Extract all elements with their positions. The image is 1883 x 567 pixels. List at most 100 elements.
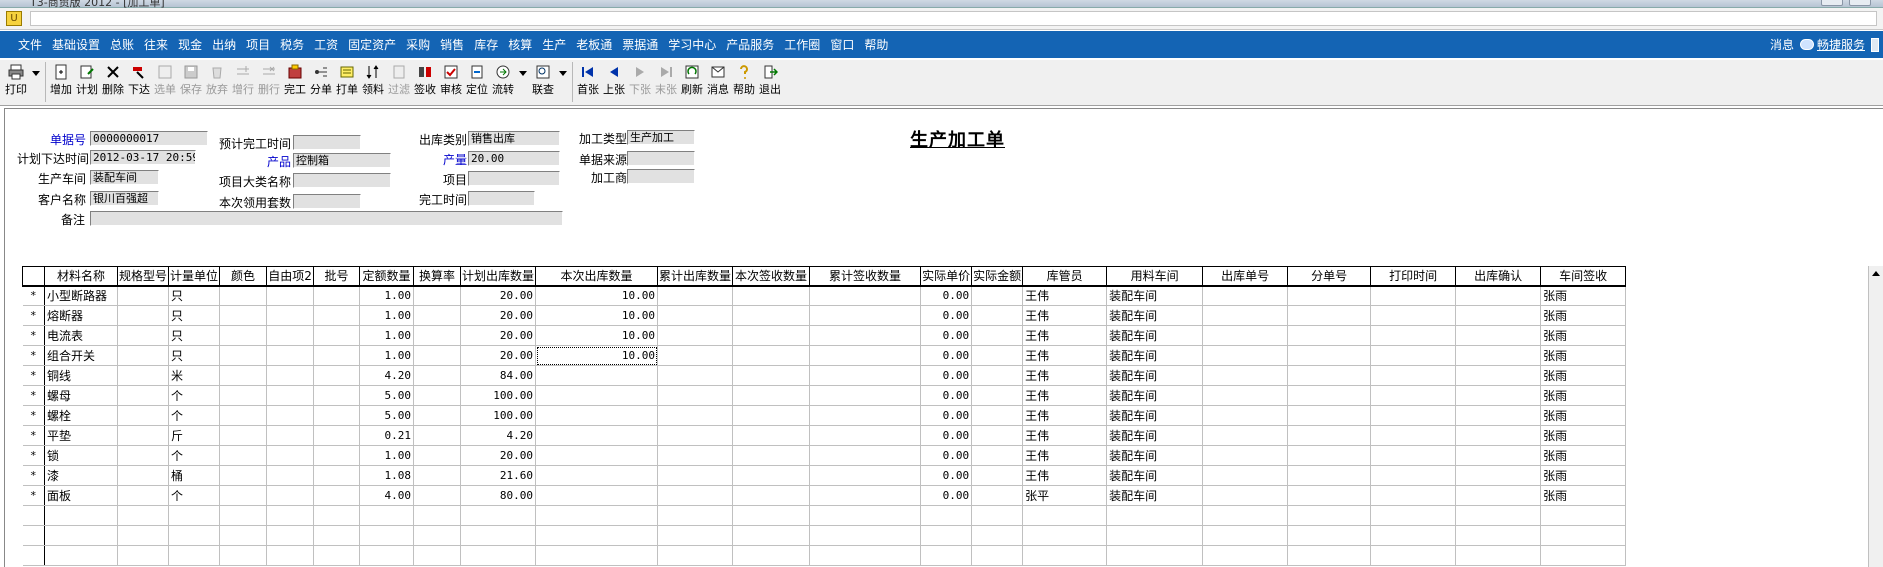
table-cell[interactable] bbox=[266, 345, 315, 366]
table-cell[interactable] bbox=[413, 285, 462, 306]
table-cell[interactable] bbox=[1202, 405, 1289, 426]
table-cell[interactable] bbox=[219, 485, 268, 506]
table-cell[interactable] bbox=[657, 325, 734, 346]
table-cell[interactable]: 锁 bbox=[44, 445, 118, 466]
table-cell[interactable] bbox=[44, 505, 118, 526]
table-cell[interactable] bbox=[44, 525, 118, 546]
printer-button[interactable]: 打印 bbox=[3, 60, 29, 104]
table-cell[interactable] bbox=[732, 325, 811, 346]
link-query-button[interactable]: 联查 bbox=[530, 60, 556, 104]
table-cell[interactable] bbox=[732, 405, 811, 426]
table-cell[interactable] bbox=[1455, 285, 1542, 306]
table-cell[interactable] bbox=[313, 425, 361, 446]
table-cell[interactable] bbox=[219, 425, 268, 446]
table-cell[interactable]: 个 bbox=[168, 445, 221, 466]
table-cell[interactable]: 装配车间 bbox=[1106, 305, 1204, 326]
table-cell[interactable] bbox=[809, 525, 922, 546]
table-cell[interactable] bbox=[971, 305, 1024, 326]
table-cell[interactable]: 只 bbox=[168, 325, 221, 346]
row-indicator[interactable]: * bbox=[22, 405, 45, 426]
column-header[interactable]: 规格型号 bbox=[116, 266, 170, 287]
menu-item-7[interactable]: 税务 bbox=[275, 36, 309, 53]
table-row[interactable]: * 漆 桶 1.08 21.60 0.00 王伟 装配车间 张雨 bbox=[22, 465, 1627, 486]
audit-button[interactable]: 审核 bbox=[438, 60, 464, 104]
maximize-button[interactable] bbox=[1849, 0, 1871, 6]
table-cell[interactable] bbox=[117, 385, 170, 406]
table-cell[interactable] bbox=[732, 505, 811, 526]
table-cell[interactable] bbox=[413, 485, 462, 506]
table-cell[interactable] bbox=[971, 445, 1024, 466]
table-cell[interactable] bbox=[1022, 545, 1108, 566]
table-cell[interactable] bbox=[313, 445, 361, 466]
table-cell[interactable] bbox=[1370, 325, 1457, 346]
locate-button[interactable]: 定位 bbox=[464, 60, 490, 104]
table-cell[interactable] bbox=[1202, 285, 1289, 306]
table-cell[interactable] bbox=[732, 445, 811, 466]
table-cell[interactable]: 王伟 bbox=[1022, 325, 1108, 346]
table-cell[interactable] bbox=[219, 305, 268, 326]
menu-item-13[interactable]: 核算 bbox=[503, 36, 537, 53]
table-cell[interactable]: 0.00 bbox=[920, 405, 973, 426]
column-header[interactable]: 换算率 bbox=[413, 266, 462, 287]
table-cell[interactable]: 装配车间 bbox=[1106, 345, 1204, 366]
row-indicator[interactable]: * bbox=[22, 465, 45, 486]
table-cell[interactable]: 面板 bbox=[44, 485, 118, 506]
table-cell[interactable] bbox=[1287, 465, 1372, 486]
table-cell[interactable] bbox=[732, 385, 811, 406]
column-header[interactable]: 用料车间 bbox=[1106, 266, 1204, 287]
table-cell[interactable]: 0.00 bbox=[920, 465, 973, 486]
table-cell[interactable]: 0.00 bbox=[920, 325, 973, 346]
table-cell[interactable]: 0.00 bbox=[920, 485, 973, 506]
table-cell[interactable] bbox=[313, 405, 361, 426]
table-cell[interactable]: 0.21 bbox=[359, 425, 415, 446]
project-category-field[interactable] bbox=[293, 173, 391, 188]
refresh-button[interactable]: 刷新 bbox=[679, 60, 705, 104]
row-indicator[interactable]: * bbox=[22, 285, 45, 306]
table-cell[interactable] bbox=[657, 305, 734, 326]
doc-no-field[interactable]: 0000000017 bbox=[90, 131, 208, 146]
menu-item-4[interactable]: 现金 bbox=[173, 36, 207, 53]
table-cell[interactable] bbox=[1202, 545, 1289, 566]
table-cell[interactable] bbox=[732, 425, 811, 446]
table-cell[interactable]: 螺母 bbox=[44, 385, 118, 406]
table-cell[interactable]: 装配车间 bbox=[1106, 285, 1204, 306]
source-field[interactable] bbox=[627, 151, 695, 166]
table-cell[interactable] bbox=[117, 325, 170, 346]
product-field[interactable]: 控制箱 bbox=[293, 153, 391, 168]
menu-item-2[interactable]: 总账 bbox=[105, 36, 139, 53]
table-cell[interactable] bbox=[535, 465, 659, 486]
table-cell[interactable] bbox=[1202, 365, 1289, 386]
table-cell[interactable]: 张雨 bbox=[1540, 365, 1627, 386]
table-cell[interactable] bbox=[809, 365, 922, 386]
table-cell[interactable] bbox=[1370, 485, 1457, 506]
table-cell[interactable]: 10.00 bbox=[535, 345, 659, 366]
table-cell[interactable] bbox=[657, 425, 734, 446]
table-cell[interactable]: 0.00 bbox=[920, 425, 973, 446]
table-cell[interactable] bbox=[809, 385, 922, 406]
table-cell[interactable] bbox=[657, 525, 734, 546]
table-cell[interactable] bbox=[535, 525, 659, 546]
table-cell[interactable] bbox=[1540, 505, 1627, 526]
table-cell[interactable]: 王伟 bbox=[1022, 465, 1108, 486]
row-indicator[interactable] bbox=[22, 525, 45, 546]
table-cell[interactable] bbox=[117, 285, 170, 306]
table-cell[interactable] bbox=[809, 405, 922, 426]
table-cell[interactable] bbox=[971, 385, 1024, 406]
menu-item-10[interactable]: 采购 bbox=[401, 36, 435, 53]
table-cell[interactable] bbox=[1202, 325, 1289, 346]
table-cell[interactable] bbox=[266, 305, 315, 326]
table-cell[interactable]: 王伟 bbox=[1022, 385, 1108, 406]
table-cell[interactable] bbox=[413, 325, 462, 346]
table-cell[interactable] bbox=[1370, 505, 1457, 526]
table-cell[interactable] bbox=[117, 485, 170, 506]
table-cell[interactable]: 20.00 bbox=[460, 285, 537, 306]
table-cell[interactable] bbox=[971, 325, 1024, 346]
table-row[interactable]: * 平垫 斤 0.21 4.20 0.00 王伟 装配车间 张雨 bbox=[22, 425, 1627, 446]
table-cell[interactable] bbox=[168, 545, 221, 566]
table-row[interactable]: * 锁 个 1.00 20.00 0.00 王伟 装配车间 张雨 bbox=[22, 445, 1627, 466]
table-cell[interactable]: 张雨 bbox=[1540, 445, 1627, 466]
table-cell[interactable]: 个 bbox=[168, 385, 221, 406]
table-cell[interactable]: 装配车间 bbox=[1106, 425, 1204, 446]
table-cell[interactable]: 20.00 bbox=[460, 305, 537, 326]
service-link[interactable]: 畅捷服务 bbox=[1799, 36, 1865, 53]
